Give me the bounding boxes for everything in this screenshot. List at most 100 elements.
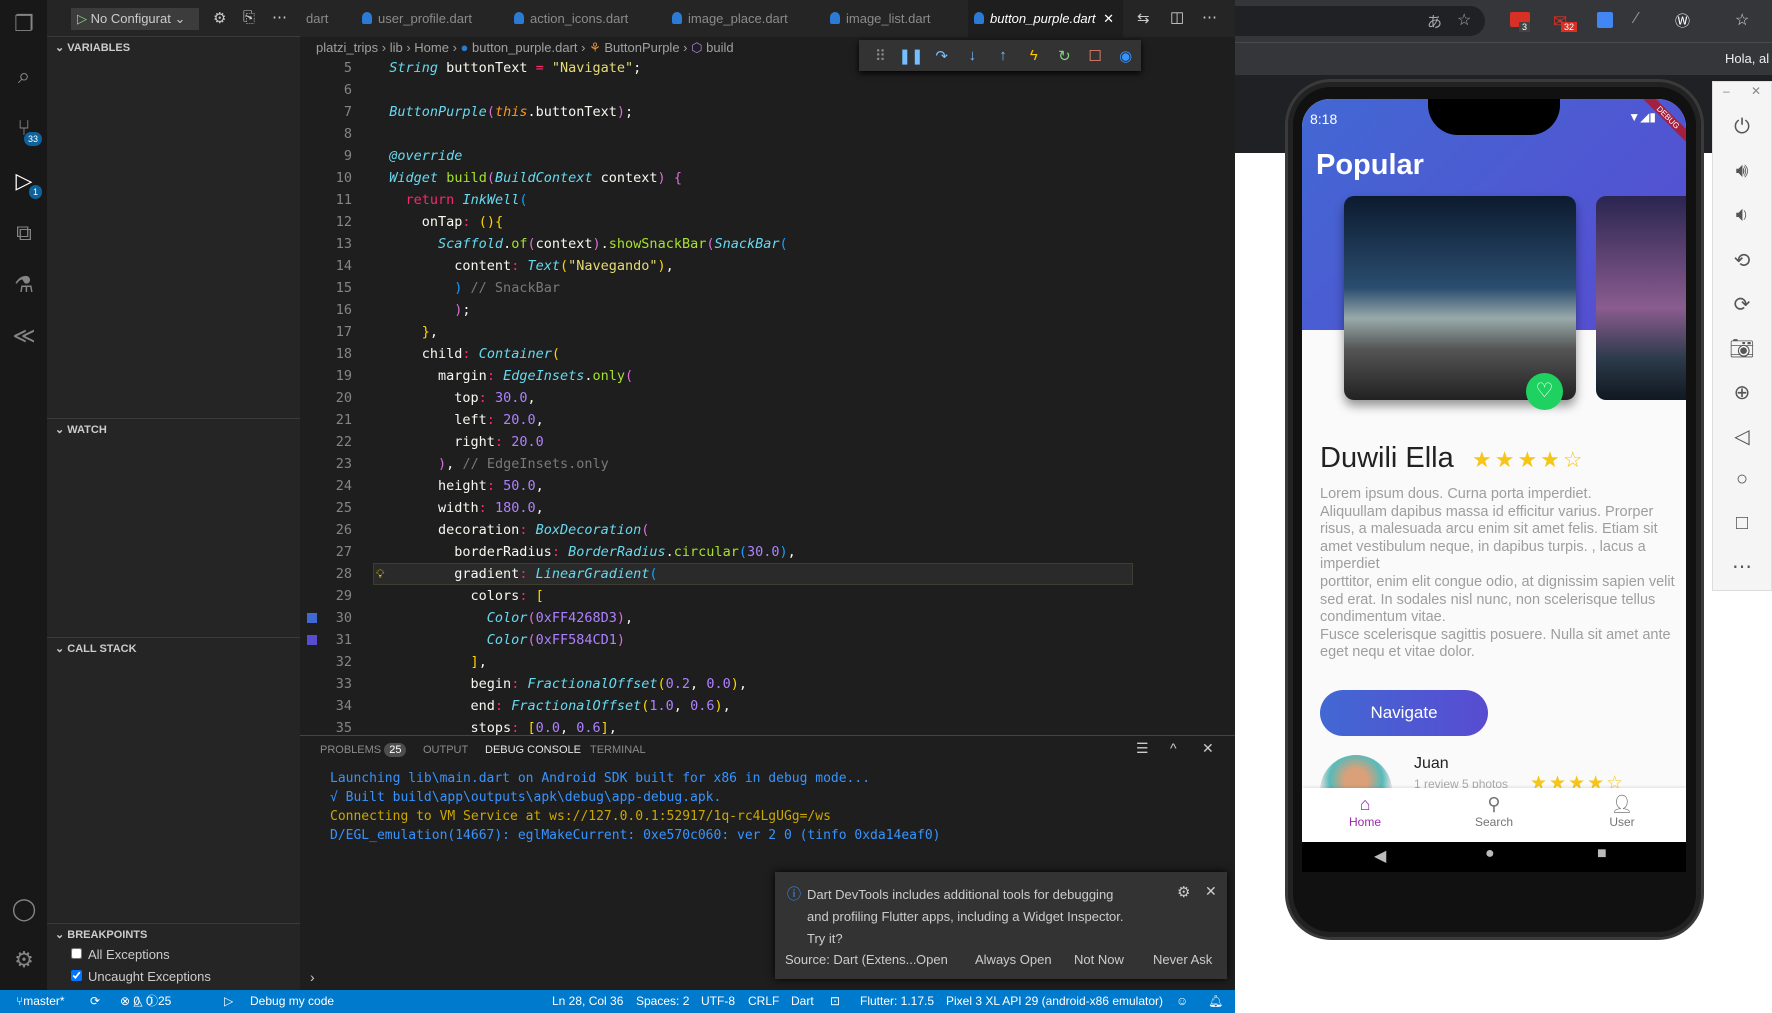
tab-debug-console[interactable]: DEBUG CONSOLE <box>485 744 581 756</box>
close-icon[interactable]: ✕ <box>1103 11 1114 26</box>
restart-icon[interactable]: ↻ <box>1049 47 1080 65</box>
close-icon[interactable]: ✕ <box>1202 740 1214 757</box>
close-icon[interactable]: ✕ <box>1205 883 1217 900</box>
tab-action-icons[interactable]: action_icons.dart <box>508 0 628 37</box>
camera-icon[interactable]: 📷︎ <box>1713 336 1771 361</box>
tab-problems[interactable]: PROBLEMS 25 <box>320 743 407 757</box>
step-into-icon[interactable]: ↓ <box>957 47 988 64</box>
search-icon[interactable]: ⌕ <box>10 62 38 90</box>
split-editor-icon[interactable]: ◫ <box>1170 8 1184 26</box>
breakpoint-uncaught-exceptions[interactable]: Uncaught Exceptions <box>71 969 211 984</box>
breadcrumb-item[interactable]: ButtonPurple <box>604 40 679 55</box>
chevron-up-icon[interactable]: ^ <box>1170 740 1177 756</box>
gear-icon[interactable]: ⚙ <box>10 946 38 974</box>
devtools-icon[interactable]: ◉ <box>1110 47 1141 65</box>
accounts-icon[interactable]: ◯ <box>10 895 38 923</box>
call-stack-section[interactable]: ⌄ CALL STACK <box>47 637 300 659</box>
place-card-image[interactable] <box>1344 196 1576 400</box>
more-icon[interactable]: ⋯ <box>1713 554 1771 579</box>
breadcrumb-item[interactable]: build <box>706 40 733 55</box>
more-icon[interactable]: ⋯ <box>1202 8 1217 26</box>
flutter-icon[interactable]: ≪ <box>10 322 38 350</box>
address-bar[interactable] <box>1235 6 1485 36</box>
variables-section[interactable]: ⌄ VARIABLES <box>47 36 300 58</box>
stop-icon[interactable]: ☐ <box>1080 47 1111 65</box>
home-circle-icon[interactable]: ● <box>1485 845 1495 863</box>
step-over-icon[interactable]: ↷ <box>926 47 957 65</box>
translate-icon[interactable]: あ <box>1427 11 1442 32</box>
sync-icon[interactable]: ⟳ <box>90 990 100 1013</box>
checkbox[interactable] <box>71 970 82 981</box>
encoding[interactable]: UTF-8 <box>701 990 735 1013</box>
line-ending[interactable]: CRLF <box>748 990 779 1013</box>
navigate-button[interactable]: Navigate <box>1320 690 1488 736</box>
bookmark-star-icon[interactable]: ☆ <box>1457 10 1471 30</box>
flutter-version[interactable]: Flutter: 1.17.5 <box>860 990 934 1013</box>
terminal-icon[interactable]: ⊡ <box>830 990 840 1013</box>
tab-button-purple[interactable]: button_purple.dart ✕ <box>968 0 1123 37</box>
favorite-heart-button[interactable]: ♡ <box>1526 373 1563 410</box>
extension-icon[interactable]: Ⓦ <box>1675 10 1690 31</box>
step-out-icon[interactable]: ↑ <box>988 47 1019 64</box>
close-icon[interactable]: ✕ <box>1751 84 1761 98</box>
tab-user-profile[interactable]: user_profile.dart <box>356 0 472 37</box>
explorer-icon[interactable]: ❐ <box>10 10 38 38</box>
language-mode[interactable]: Dart <box>791 990 814 1013</box>
breakpoint-all-exceptions[interactable]: All Exceptions <box>71 947 170 962</box>
tab-image-list[interactable]: image_list.dart <box>824 0 931 37</box>
extension-icon[interactable]: ⁄ <box>1635 10 1638 28</box>
drag-handle-icon[interactable]: ⠿ <box>865 47 896 65</box>
cursor-position[interactable]: Ln 28, Col 36 <box>552 990 623 1013</box>
not-now-button[interactable]: Not Now <box>1074 952 1124 967</box>
clear-console-icon[interactable]: ☰ <box>1136 740 1149 757</box>
source-control-icon[interactable]: ⑂ 33 <box>10 114 42 146</box>
nav-user[interactable]: 👤︎ User <box>1587 794 1657 829</box>
device-selector[interactable]: Pixel 3 XL API 29 (android-x86 emulator) <box>946 990 1163 1013</box>
watch-section[interactable]: ⌄ WATCH <box>47 418 300 440</box>
more-icon[interactable]: ⋯ <box>272 8 287 26</box>
hot-reload-icon[interactable]: ϟ <box>1018 47 1049 64</box>
code-editor[interactable]: 5 String buttonText = "Navigate"; 6 7 Butt… <box>300 59 1135 735</box>
debug-icon[interactable]: ▷ 1 <box>10 167 42 199</box>
gear-icon[interactable]: ⚙ <box>1177 883 1190 901</box>
overview-icon[interactable]: □ <box>1713 512 1771 535</box>
tab-output[interactable]: OUTPUT <box>423 744 468 756</box>
breakpoints-section[interactable]: ⌄ BREAKPOINTS <box>47 923 300 945</box>
volume-up-icon[interactable]: 🔊︎ <box>1713 160 1771 183</box>
phone-screen[interactable]: 8:18 ▼◢▮ DEBUG Popular ♡ Duwili Ella ★★★… <box>1302 99 1686 872</box>
rotate-left-icon[interactable]: ⟲ <box>1713 248 1771 273</box>
back-icon[interactable]: ◀ <box>1374 846 1386 866</box>
problems-indicator[interactable]: ⊗ 0 △ 0 ⓘ 25 <box>120 990 171 1013</box>
never-ask-button[interactable]: Never Ask <box>1153 952 1212 967</box>
breadcrumb-item[interactable]: lib <box>390 40 403 55</box>
nav-search[interactable]: ⚲ Search <box>1459 794 1529 829</box>
compare-icon[interactable]: ⇆ <box>1137 9 1150 27</box>
testing-icon[interactable]: ⚗ <box>10 271 38 299</box>
indentation[interactable]: Spaces: 2 <box>636 990 689 1013</box>
debug-config-label[interactable]: Debug my code <box>250 990 334 1013</box>
notifications-icon[interactable]: 🔔︎ <box>1208 990 1223 1013</box>
tab-image-place[interactable]: image_place.dart <box>666 0 788 37</box>
nav-home[interactable]: ⌂ Home <box>1330 794 1400 829</box>
place-card-image[interactable] <box>1596 196 1686 400</box>
back-icon[interactable]: ◁ <box>1713 424 1771 449</box>
recents-icon[interactable]: ■ <box>1597 845 1607 863</box>
zoom-icon[interactable]: ⊕ <box>1713 380 1771 405</box>
branch-indicator[interactable]: ⑂ master* <box>16 990 65 1013</box>
power-icon[interactable]: ⏻ <box>1713 116 1771 139</box>
breadcrumb-item[interactable]: button_purple.dart <box>472 40 578 55</box>
debug-play-icon[interactable]: ▷ <box>224 990 233 1013</box>
tab-terminal[interactable]: TERMINAL <box>590 744 646 756</box>
pause-icon[interactable]: ❚❚ <box>896 47 927 65</box>
minimize-icon[interactable]: – <box>1723 84 1730 98</box>
extensions-icon[interactable]: ⧉ <box>10 219 38 247</box>
volume-down-icon[interactable]: 🔉︎ <box>1713 204 1771 227</box>
settings-gear-icon[interactable]: ⚙ <box>213 9 226 27</box>
always-open-button[interactable]: Always Open <box>975 952 1052 967</box>
rotate-right-icon[interactable]: ⟳ <box>1713 292 1771 317</box>
play-icon[interactable]: ▷ <box>77 11 87 26</box>
google-translate-icon[interactable] <box>1597 12 1613 28</box>
open-button[interactable]: Open <box>916 952 948 967</box>
debug-console-icon[interactable]: ⎘ <box>243 9 255 26</box>
bookmarks-icon[interactable]: ☆ <box>1735 10 1749 30</box>
